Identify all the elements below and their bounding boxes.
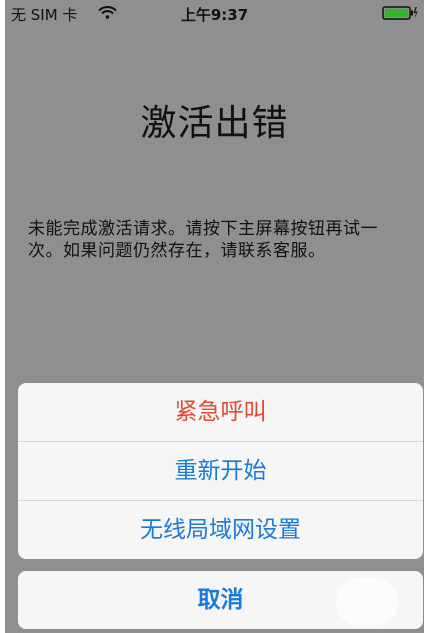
page-title: 激活出错: [140, 103, 289, 144]
restart-button[interactable]: 重新开始: [18, 442, 423, 501]
status-time: 上午9:37: [180, 6, 249, 24]
right-edge: [424, 0, 430, 633]
error-message: 未能完成激活请求。请按下主屏幕按钮再试一次。如果问题仍然存在，请联系客服。: [28, 219, 378, 261]
battery-charging-icon: [382, 6, 418, 20]
emergency-call-button[interactable]: 紧急呼叫: [18, 383, 423, 442]
wifi-settings-button[interactable]: 无线局域网设置: [18, 501, 423, 559]
status-bar: 无 SIM 卡 上午9:37: [5, 0, 424, 26]
watermark-blur: [336, 578, 398, 626]
action-sheet: 紧急呼叫 重新开始 无线局域网设置: [18, 383, 423, 559]
